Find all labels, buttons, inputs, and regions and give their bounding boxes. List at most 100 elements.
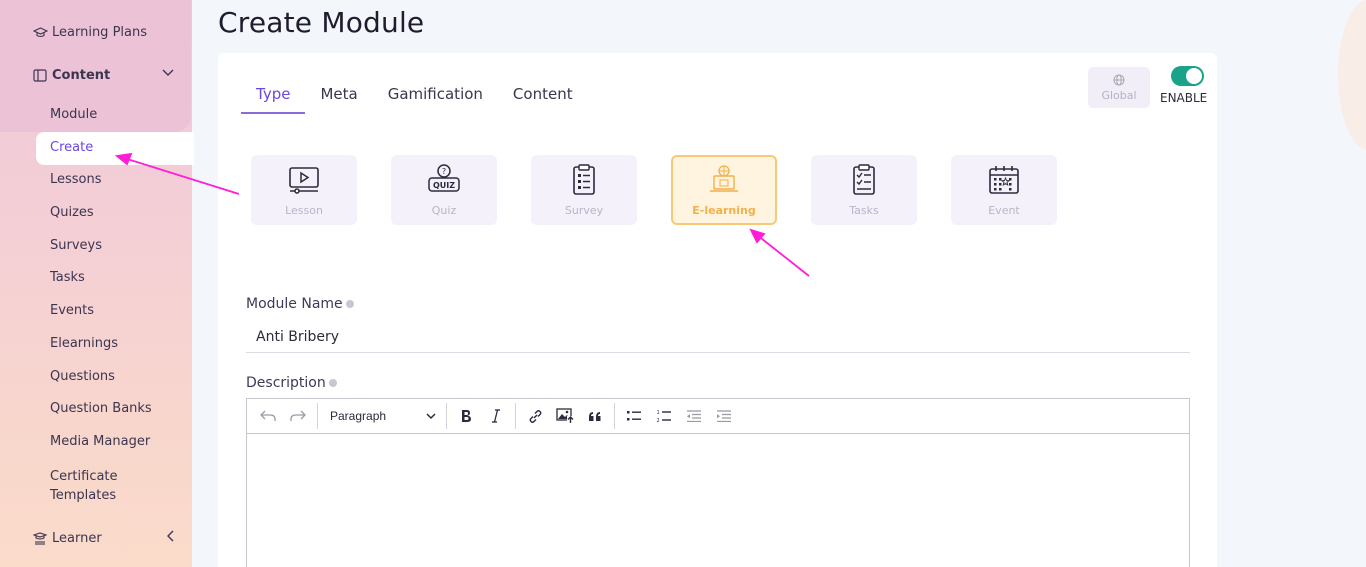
type-label: Survey: [564, 204, 604, 217]
insert-image-button[interactable]: [550, 402, 580, 430]
description-label-text: Description: [246, 375, 326, 391]
tasks-clipboard-icon: [847, 163, 881, 200]
chevron-down-icon[interactable]: [162, 66, 174, 80]
sidebar-item-learning-plans[interactable]: Learning Plans: [32, 25, 147, 40]
toolbar-separator: [317, 403, 318, 429]
quiz-icon: ? QUIZ: [427, 163, 461, 200]
sidebar-item-module[interactable]: Module: [50, 107, 97, 122]
type-event[interactable]: Event: [951, 155, 1057, 225]
chevron-down-icon: [426, 412, 436, 419]
calendar-event-icon: [987, 163, 1021, 200]
editor-toolbar: Paragraph 1 2: [247, 399, 1189, 434]
toolbar-separator: [614, 403, 615, 429]
link-button[interactable]: [520, 402, 550, 430]
bold-icon: [462, 410, 471, 422]
sidebar-item-elearnings[interactable]: Elearnings: [50, 336, 118, 351]
module-name-input[interactable]: [246, 321, 1190, 353]
chevron-left-icon[interactable]: [166, 530, 174, 545]
blockquote-button[interactable]: [580, 402, 610, 430]
info-icon: [345, 300, 354, 308]
graduation-cap-icon: [32, 26, 48, 40]
indent-button[interactable]: [709, 402, 739, 430]
module-name-label-text: Module Name: [246, 296, 343, 312]
sidebar: Learning Plans Content Module Create Les…: [0, 0, 194, 567]
elearning-laptop-icon: [707, 163, 741, 200]
type-survey[interactable]: Survey: [531, 155, 637, 225]
create-module-card: Type Meta Gamification Content Global EN…: [218, 53, 1217, 567]
type-label: Event: [988, 204, 1020, 217]
enable-toggle[interactable]: [1171, 66, 1204, 86]
numbered-list-icon: 12: [657, 410, 671, 423]
redo-icon: [290, 410, 306, 421]
sidebar-item-label: Content: [52, 68, 111, 83]
paragraph-format-select[interactable]: Paragraph: [322, 402, 442, 430]
type-elearning[interactable]: E-learning: [671, 155, 777, 225]
bulleted-list-button[interactable]: [619, 402, 649, 430]
toolbar-separator: [515, 403, 516, 429]
svg-text:QUIZ: QUIZ: [433, 181, 455, 190]
svg-text:?: ?: [442, 167, 446, 176]
sidebar-item-label: Create: [50, 140, 94, 155]
sidebar-item-certificate-templates[interactable]: Certificate Templates: [50, 467, 140, 505]
video-lesson-icon: [287, 163, 321, 200]
description-editor: Paragraph 1 2: [246, 398, 1190, 567]
editor-content-area[interactable]: [247, 434, 1189, 567]
info-icon: [328, 379, 337, 387]
quote-icon: [589, 411, 601, 421]
sidebar-item-events[interactable]: Events: [50, 303, 94, 318]
tab-type[interactable]: Type: [241, 85, 306, 114]
undo-icon: [260, 410, 276, 421]
sidebar-item-create[interactable]: Create: [36, 132, 194, 165]
sidebar-item-lessons[interactable]: Lessons: [50, 172, 102, 187]
sidebar-item-content[interactable]: Content: [32, 68, 110, 83]
module-type-list: Lesson ? QUIZ Quiz Survey E-learning Task…: [251, 155, 1057, 225]
global-label: Global: [1101, 88, 1137, 102]
page-title: Create Module: [218, 6, 425, 39]
numbered-list-button[interactable]: 12: [649, 402, 679, 430]
tab-gamification[interactable]: Gamification: [373, 85, 498, 114]
sidebar-item-tasks[interactable]: Tasks: [50, 270, 85, 285]
description-label: Description: [246, 375, 337, 391]
learner-icon: [32, 532, 48, 546]
type-quiz[interactable]: ? QUIZ Quiz: [391, 155, 497, 225]
toolbar-separator: [446, 403, 447, 429]
redo-button[interactable]: [283, 402, 313, 430]
enable-label: ENABLE: [1160, 91, 1208, 105]
type-tasks[interactable]: Tasks: [811, 155, 917, 225]
toggle-knob: [1186, 68, 1202, 84]
decorative-circle: [1338, 0, 1366, 150]
sidebar-item-media-manager[interactable]: Media Manager: [50, 434, 150, 449]
sidebar-item-question-banks[interactable]: Question Banks: [50, 401, 152, 416]
svg-text:1: 1: [657, 410, 660, 416]
module-name-label: Module Name: [246, 296, 354, 312]
paragraph-format-value: Paragraph: [330, 409, 387, 423]
bullet-list-icon: [627, 411, 641, 421]
image-upload-icon: [556, 408, 574, 424]
book-icon: [32, 69, 48, 83]
sidebar-item-learner[interactable]: Learner: [32, 531, 102, 546]
tab-content[interactable]: Content: [498, 85, 588, 114]
sidebar-item-surveys[interactable]: Surveys: [50, 238, 102, 253]
globe-icon: [1113, 74, 1125, 89]
tab-meta[interactable]: Meta: [305, 85, 372, 114]
italic-icon: [492, 409, 500, 423]
global-button[interactable]: Global: [1088, 67, 1150, 108]
indent-icon: [717, 410, 731, 422]
survey-clipboard-icon: [567, 163, 601, 200]
tab-bar: Type Meta Gamification Content: [241, 85, 588, 114]
sidebar-item-label: Learner: [52, 531, 102, 546]
type-label: Lesson: [285, 204, 323, 217]
type-label: Quiz: [431, 204, 457, 217]
sidebar-item-questions[interactable]: Questions: [50, 369, 115, 384]
svg-text:2: 2: [657, 418, 660, 423]
type-label: Tasks: [849, 204, 879, 217]
type-lesson[interactable]: Lesson: [251, 155, 357, 225]
italic-button[interactable]: [481, 402, 511, 430]
type-label: E-learning: [692, 204, 756, 217]
sidebar-item-quizes[interactable]: Quizes: [50, 205, 94, 220]
outdent-icon: [687, 410, 701, 422]
outdent-button[interactable]: [679, 402, 709, 430]
sidebar-item-label: Learning Plans: [52, 25, 147, 40]
undo-button[interactable]: [253, 402, 283, 430]
bold-button[interactable]: [451, 402, 481, 430]
